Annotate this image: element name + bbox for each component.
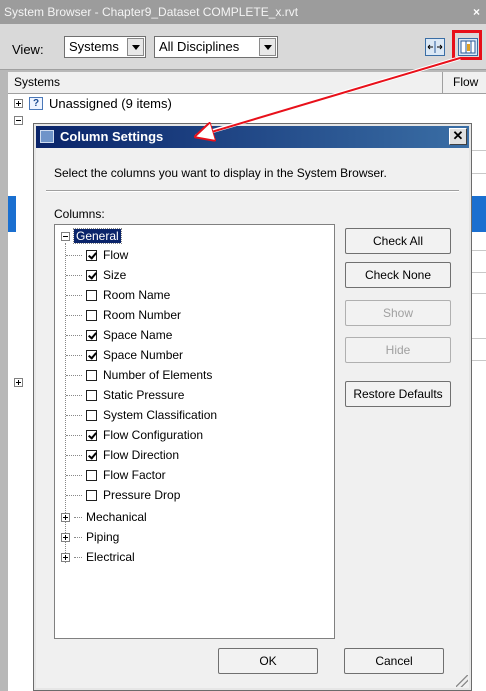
callout-arrow-line <box>198 57 461 136</box>
callout-arrow <box>0 56 461 691</box>
